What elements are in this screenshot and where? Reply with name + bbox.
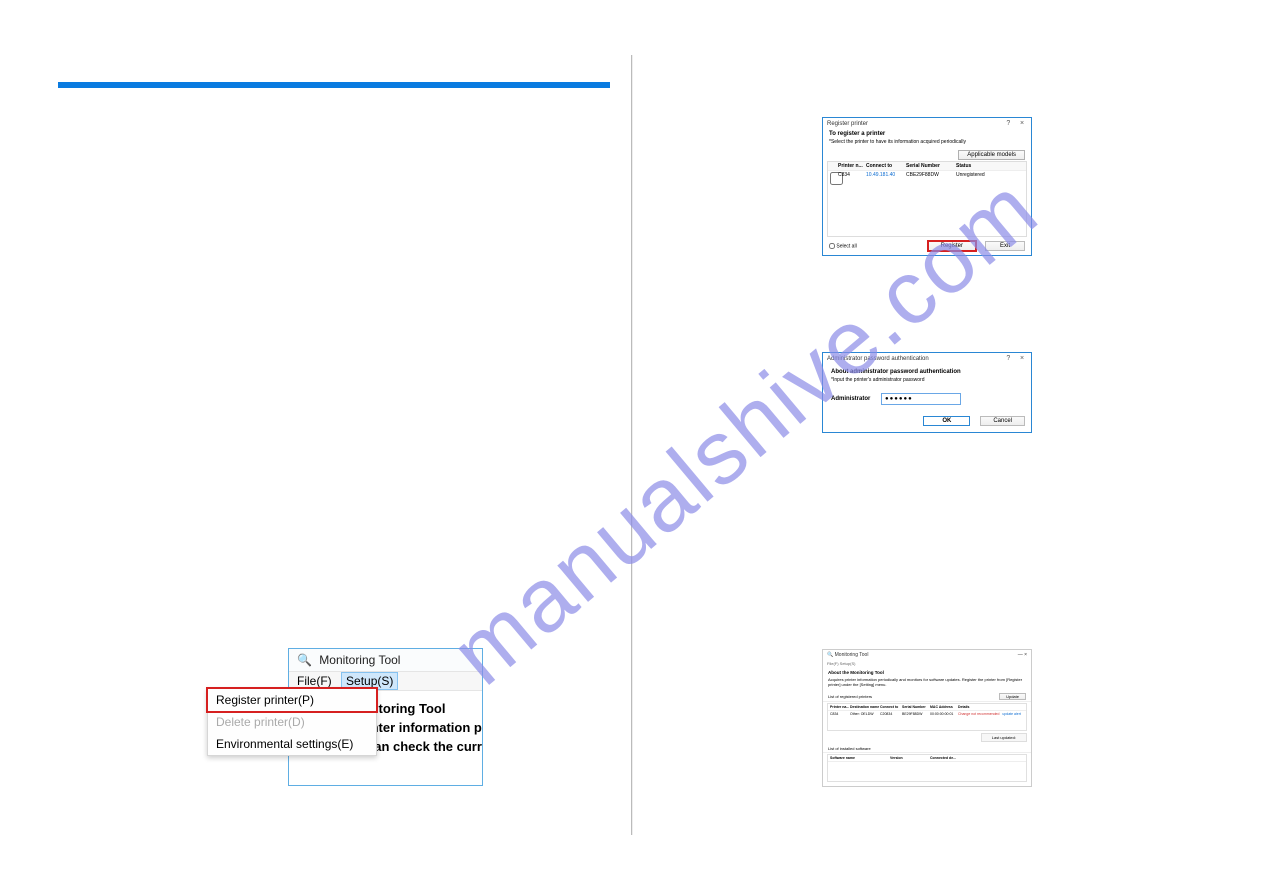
table-header: Printer na... Destination name Connect t… [828,704,1026,711]
monitoring-tool-menu-figure: 🔍 Monitoring Tool File(F) Setup(S) nitor… [188,648,483,786]
cancel-button[interactable]: Cancel [980,416,1025,426]
admin-label: Administrator [831,396,881,402]
update-button[interactable]: Update [999,693,1026,700]
software-table: Software name Version Connected de... [827,754,1027,782]
table-header: Printer n... Connect to Serial Number St… [828,162,1026,171]
status-cell: Change not recommended update alert [958,712,1024,716]
printer-table: Printer n... Connect to Serial Number St… [827,161,1027,237]
window-title: Monitoring Tool [835,652,869,658]
description-area: About the Monitoring Tool Acquires print… [823,667,1031,690]
table-header: Software name Version Connected de... [828,755,1026,762]
col-status: Status [956,163,1024,169]
window-controls[interactable]: — × [1018,652,1027,658]
dialog-title: Register printer [827,121,868,127]
last-updated-label: Last updated: [981,733,1027,742]
printers-table: Printer na... Destination name Connect t… [827,703,1027,731]
section-rule [58,82,610,88]
select-all-label[interactable]: Select all [829,243,857,249]
close-icon[interactable]: × [1017,120,1027,127]
dialog-body: About administrator password authenticat… [823,364,1031,410]
row-connect: 10.49.181.40 [866,172,906,187]
search-icon: 🔍 [297,653,312,667]
dialog-titlebar: Administrator password authentication ? … [823,353,1031,364]
col-connect: Connect to [866,163,906,169]
desc-text: Acquires printer information periodicall… [828,677,1022,687]
menu-delete-printer[interactable]: Delete printer(D) [208,711,376,733]
applicable-models-button[interactable]: Applicable models [958,150,1025,160]
monitoring-main-window: 🔍 Monitoring Tool — × File(F) Setup(S) A… [822,649,1032,787]
register-button[interactable]: Register [927,240,977,252]
password-row: Administrator [831,393,1023,405]
update-alert-link[interactable]: update alert [1002,712,1021,716]
window-title: 🔍 Monitoring Tool [289,649,482,671]
last-updated-row: Last updated: [823,732,1031,743]
admin-heading: About administrator password authenticat… [831,369,1023,375]
select-all-checkbox[interactable] [829,243,835,249]
ok-button[interactable]: OK [923,416,970,426]
table-empty-area [828,188,1026,236]
admin-sub: *Input the printer's administrator passw… [831,377,1023,383]
close-icon[interactable]: × [1017,355,1027,362]
row-status: Unregistered [956,172,1024,187]
top-button-bar: Applicable models [823,147,1031,161]
menubar[interactable]: File(F) Setup(S) [823,660,1031,667]
setup-dropdown: Register printer(P) Delete printer(D) En… [207,688,377,756]
admin-password-dialog: Administrator password authentication ? … [822,352,1032,433]
col-name: Printer n... [838,163,866,169]
table-row[interactable]: C834 10.49.181.40 CBE29F88DW Unregistere… [828,171,1026,188]
desc-heading: About the Monitoring Tool [828,670,1026,676]
dialog-title: Administrator password authentication [827,356,929,362]
table-row[interactable]: C834 Other: OELDW C20834 BE29F88DW 00:00… [828,711,1026,717]
window-title-text: Monitoring Tool [319,653,400,667]
section-registered-printers: List of registered printers Update [823,690,1031,702]
col-serial: Serial Number [906,163,956,169]
window-titlebar: 🔍 Monitoring Tool — × [823,650,1031,660]
admin-password-input[interactable] [881,393,961,405]
menu-file[interactable]: File(F) [297,674,332,688]
help-icon[interactable]: ? [1003,355,1013,362]
instruction-heading: To register a printer [829,131,1025,139]
register-printer-dialog: Register printer ? × To register a print… [822,117,1032,256]
dialog-instructions: To register a printer *Select the printe… [823,129,1031,147]
row-serial: CBE29F88DW [906,172,956,187]
menu-register-printer[interactable]: Register printer(P) [206,687,378,713]
help-icon[interactable]: ? [1003,120,1013,127]
exit-button[interactable]: Exit [985,241,1025,251]
dialog-footer: Select all Register Exit [823,237,1031,255]
column-divider [631,55,633,835]
menu-environmental-settings[interactable]: Environmental settings(E) [208,733,376,755]
dialog-footer: OK Cancel [823,410,1031,432]
row-name: C834 [838,172,866,187]
dialog-titlebar: Register printer ? × [823,118,1031,129]
instruction-sub: *Select the printer to have its informat… [829,139,1025,146]
section-installed-software: List of installed software [823,743,1031,753]
